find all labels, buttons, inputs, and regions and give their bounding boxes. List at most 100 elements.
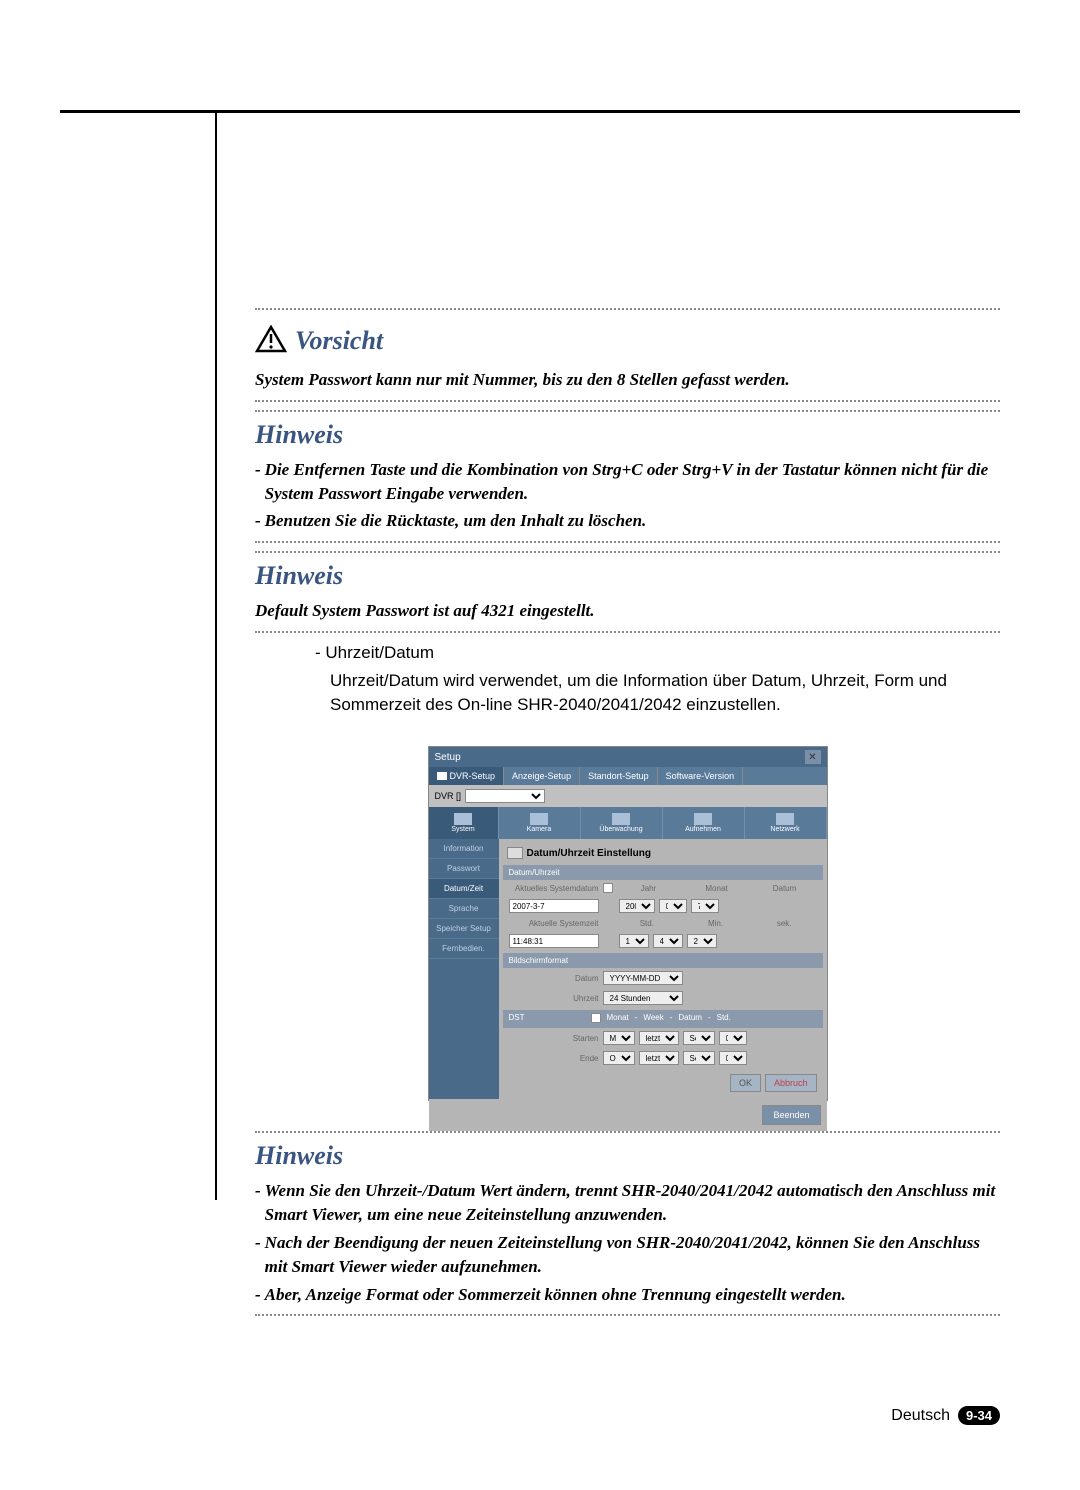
label-min: Min. bbox=[683, 919, 748, 928]
hinweis3-title: Hinweis bbox=[255, 1141, 1000, 1171]
top-icon-aufnehmen[interactable]: Aufnehmen bbox=[663, 807, 745, 839]
top-icon-kamera[interactable]: Kamera bbox=[499, 807, 581, 839]
dialog-buttons: OK Abbruch bbox=[503, 1068, 823, 1098]
label-systemdatum: Aktuelles Systemdatum bbox=[509, 884, 599, 893]
section-dst: DST Monat- Week- Datum- Std. bbox=[503, 1010, 823, 1028]
label-uhrzeit-format: Uhrzeit bbox=[509, 994, 599, 1003]
section-bildschirmformat: Bildschirmformat bbox=[503, 953, 823, 968]
select-end-month[interactable]: Okt bbox=[603, 1051, 635, 1065]
warning-icon bbox=[255, 325, 287, 358]
hinweis2-title: Hinweis bbox=[255, 561, 1000, 591]
page-top-border bbox=[60, 110, 1020, 113]
sidebar-item-fernbedien[interactable]: Fernbedien. bbox=[429, 939, 499, 959]
dialog-main: Information Passwort Datum/Zeit Sprache … bbox=[429, 839, 827, 1099]
row-dst-ende: Ende Okt letztes Son 01 bbox=[503, 1048, 823, 1068]
select-end-week[interactable]: letztes bbox=[639, 1051, 679, 1065]
dialog-content: Datum/Uhrzeit Einstellung Datum/Uhrzeit … bbox=[499, 839, 827, 1099]
divider bbox=[255, 410, 1000, 412]
top-icon-row: System Kamera Überwachung Aufnehmen Netz… bbox=[429, 807, 827, 839]
top-icon-netzwerk[interactable]: Netzwerk bbox=[745, 807, 827, 839]
select-hour[interactable]: 11 bbox=[619, 934, 649, 948]
divider bbox=[255, 551, 1000, 553]
dialog-titlebar: Setup ✕ bbox=[429, 747, 827, 767]
tab-standort-setup[interactable]: Standort-Setup bbox=[580, 767, 658, 785]
label-monat: Monat bbox=[685, 884, 749, 893]
row-uhrzeit-format: Uhrzeit 24 Stunden bbox=[503, 988, 823, 1008]
hinweis3-item3: - Aber, Anzeige Format oder Sommerzeit k… bbox=[255, 1283, 1000, 1307]
input-date[interactable] bbox=[509, 899, 599, 913]
select-min[interactable]: 48 bbox=[653, 934, 683, 948]
close-icon[interactable]: ✕ bbox=[805, 750, 821, 764]
main-content: Vorsicht System Passwort kann nur mit Nu… bbox=[255, 300, 1000, 1324]
select-start-month[interactable]: Mrz bbox=[603, 1031, 635, 1045]
dialog-title: Setup bbox=[435, 752, 461, 763]
hinweis2-text: Default System Passwort ist auf 4321 ein… bbox=[255, 599, 1000, 623]
ok-button[interactable]: OK bbox=[730, 1074, 761, 1092]
hinweis1-item1: - Die Entfernen Taste und die Kombinatio… bbox=[255, 458, 1000, 506]
divider bbox=[255, 631, 1000, 633]
dvr-label: DVR [] bbox=[435, 791, 462, 801]
dvr-select[interactable] bbox=[465, 789, 545, 803]
divider bbox=[255, 541, 1000, 543]
sidebar-item-information[interactable]: Information bbox=[429, 839, 499, 859]
row-datum-format: Datum YYYY-MM-DD bbox=[503, 968, 823, 988]
row-dst-starten: Starten Mrz letztes Son 01 bbox=[503, 1028, 823, 1048]
setup-dialog-screenshot: Setup ✕ DVR-Setup Anzeige-Setup Standort… bbox=[428, 746, 828, 1101]
select-time-format[interactable]: 24 Stunden bbox=[603, 991, 683, 1005]
section-datum-uhrzeit: Datum/Uhrzeit bbox=[503, 865, 823, 880]
hinweis1-item2: - Benutzen Sie die Rücktaste, um den Inh… bbox=[255, 509, 1000, 533]
calendar-icon bbox=[507, 847, 523, 859]
hinweis1-title: Hinweis bbox=[255, 420, 1000, 450]
select-start-week[interactable]: letztes bbox=[639, 1031, 679, 1045]
row-systemzeit-labels: Aktuelle Systemzeit Std. Min. sek. bbox=[503, 916, 823, 931]
uhrzeit-datum-text: Uhrzeit/Datum wird verwendet, um die Inf… bbox=[330, 669, 1000, 717]
content-header: Datum/Uhrzeit Einstellung bbox=[503, 843, 823, 863]
record-icon bbox=[694, 813, 712, 825]
top-icon-uberwachung[interactable]: Überwachung bbox=[581, 807, 663, 839]
tab-dvr-setup[interactable]: DVR-Setup bbox=[429, 767, 505, 785]
tab-anzeige-setup[interactable]: Anzeige-Setup bbox=[504, 767, 580, 785]
monitor-icon bbox=[612, 813, 630, 825]
select-end-day[interactable]: Son bbox=[683, 1051, 715, 1065]
row-systemdatum-labels: Aktuelles Systemdatum Jahr Monat Datum bbox=[503, 880, 823, 896]
tab-icon bbox=[437, 772, 447, 780]
checkbox-date[interactable] bbox=[603, 883, 613, 893]
vorsicht-heading: Vorsicht bbox=[255, 318, 1000, 364]
input-time[interactable] bbox=[509, 934, 599, 948]
select-start-day[interactable]: Son bbox=[683, 1031, 715, 1045]
select-day[interactable]: 7 bbox=[691, 899, 719, 913]
hinweis3-item2: - Nach der Beendigung der neuen Zeiteins… bbox=[255, 1231, 1000, 1279]
top-icon-system[interactable]: System bbox=[429, 807, 499, 839]
camera-icon bbox=[530, 813, 548, 825]
select-year[interactable]: 2007 bbox=[619, 899, 655, 913]
label-std: Std. bbox=[615, 919, 680, 928]
dvr-select-row: DVR [] bbox=[429, 785, 827, 807]
sidebar-item-passwort[interactable]: Passwort bbox=[429, 859, 499, 879]
abbruch-button[interactable]: Abbruch bbox=[765, 1074, 817, 1092]
label-systemzeit: Aktuelle Systemzeit bbox=[509, 919, 599, 928]
hinweis3-item1: - Wenn Sie den Uhrzeit-/Datum Wert änder… bbox=[255, 1179, 1000, 1227]
sidebar-item-speicher[interactable]: Speicher Setup bbox=[429, 919, 499, 939]
select-date-format[interactable]: YYYY-MM-DD bbox=[603, 971, 683, 985]
sidebar-item-sprache[interactable]: Sprache bbox=[429, 899, 499, 919]
label-starten: Starten bbox=[509, 1034, 599, 1043]
uhrzeit-datum-head: - Uhrzeit/Datum bbox=[315, 641, 1000, 665]
label-datum: Datum bbox=[753, 884, 817, 893]
tab-software-version[interactable]: Software-Version bbox=[658, 767, 744, 785]
select-end-hour[interactable]: 01 bbox=[719, 1051, 747, 1065]
row-systemdatum-values: 2007 03 7 bbox=[503, 896, 823, 916]
divider bbox=[255, 400, 1000, 402]
select-start-hour[interactable]: 01 bbox=[719, 1031, 747, 1045]
select-month[interactable]: 03 bbox=[659, 899, 687, 913]
select-sec[interactable]: 29 bbox=[687, 934, 717, 948]
network-icon bbox=[776, 813, 794, 825]
footer-page-number: 9-34 bbox=[958, 1406, 1000, 1425]
beenden-button[interactable]: Beenden bbox=[762, 1105, 820, 1125]
checkbox-dst[interactable] bbox=[591, 1013, 601, 1023]
divider bbox=[255, 1131, 1000, 1133]
dialog-tabs: DVR-Setup Anzeige-Setup Standort-Setup S… bbox=[429, 767, 827, 785]
sidebar-item-datum-zeit[interactable]: Datum/Zeit bbox=[429, 879, 499, 899]
page-vertical-rule bbox=[215, 110, 217, 1200]
label-datum-format: Datum bbox=[509, 974, 599, 983]
row-systemzeit-values: 11 48 29 bbox=[503, 931, 823, 951]
